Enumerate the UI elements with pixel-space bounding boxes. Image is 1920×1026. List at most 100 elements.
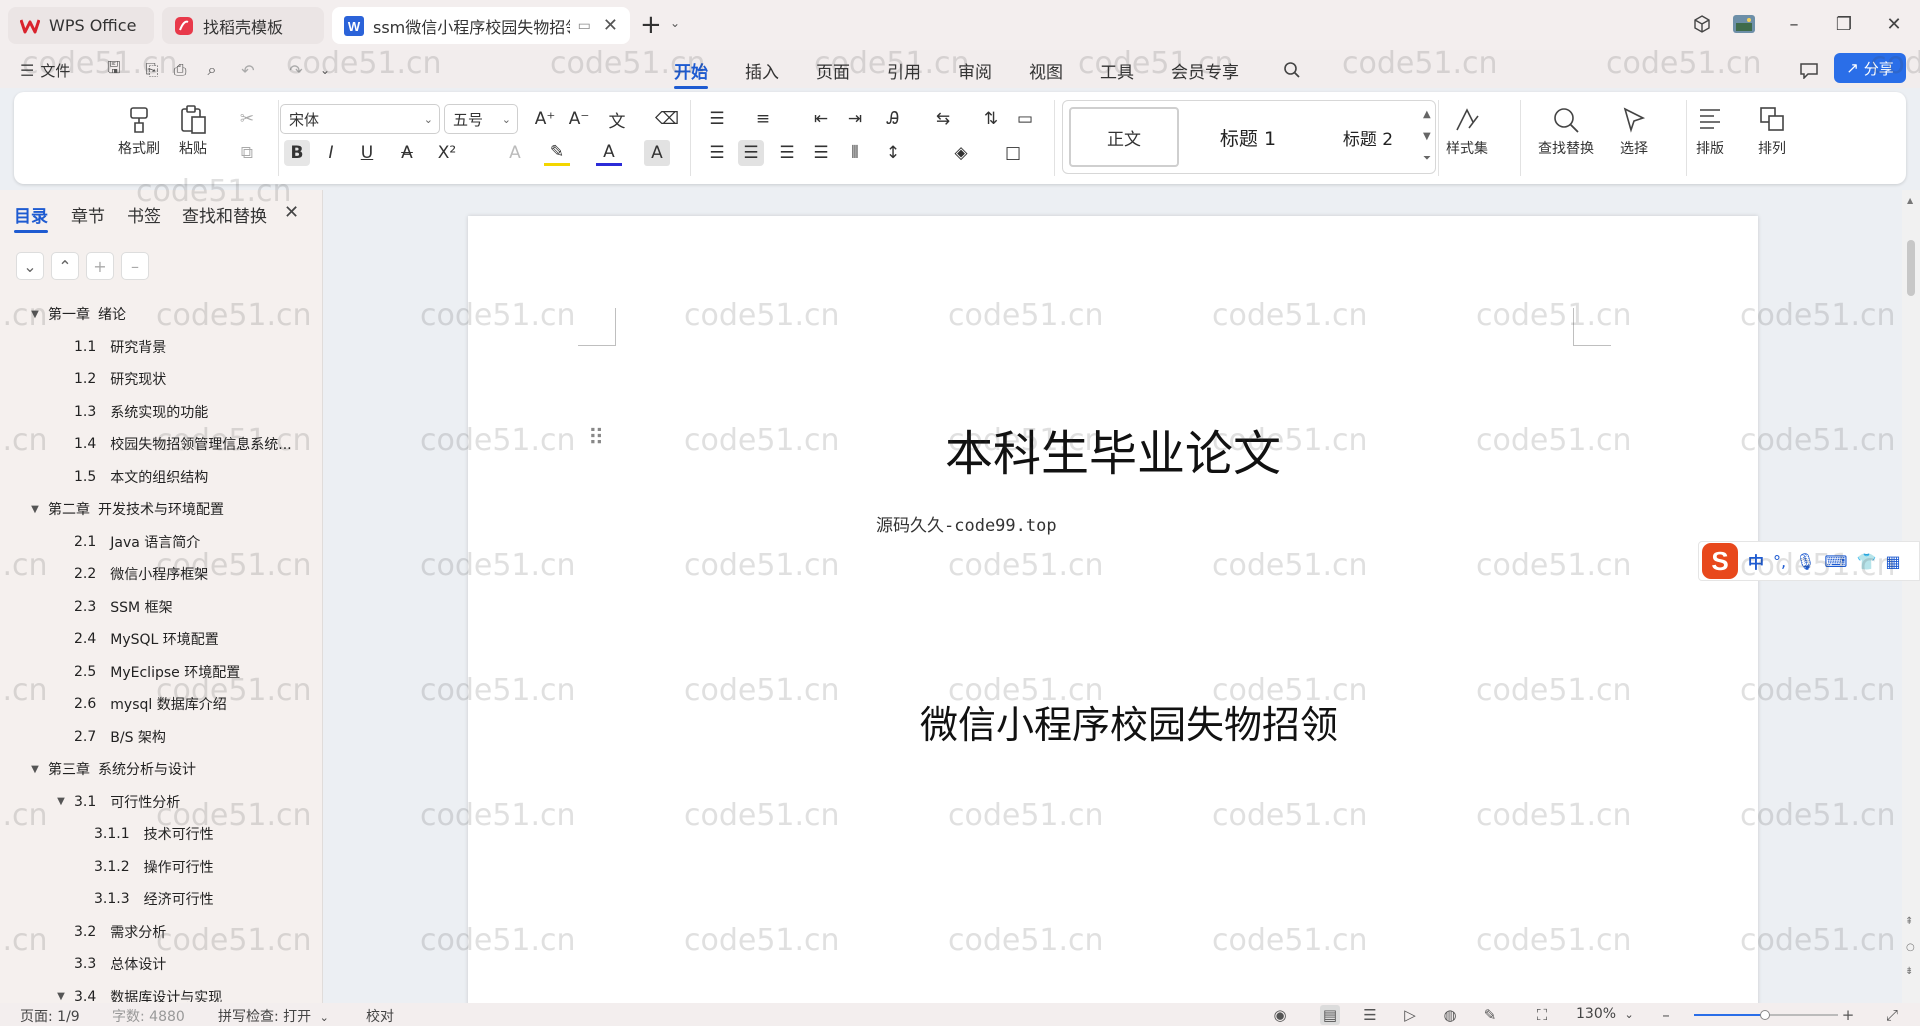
find-replace-button[interactable]: 查找替换 xyxy=(1538,102,1594,158)
fullscreen-icon[interactable]: ⤢ xyxy=(1882,1005,1902,1025)
avatar[interactable] xyxy=(1732,12,1756,36)
tab-docer-templates[interactable]: 找稻壳模板 xyxy=(162,7,324,44)
ime-punctuation-toggle[interactable]: °, xyxy=(1773,552,1786,571)
distribute-icon[interactable]: ⫴ xyxy=(842,140,868,166)
prev-page-icon[interactable]: ⇞ xyxy=(1905,916,1913,927)
expand-toggle-icon[interactable]: ▼ xyxy=(28,309,42,320)
strikethrough-icon[interactable]: A xyxy=(394,140,420,166)
style-normal[interactable]: 正文 xyxy=(1069,107,1179,167)
print-icon[interactable]: ⎙ xyxy=(168,58,192,82)
keyboard-icon[interactable]: ⌨ xyxy=(1824,552,1847,571)
toolbox-icon[interactable]: ▦ xyxy=(1885,552,1900,571)
select-button[interactable]: 选择 xyxy=(1620,102,1648,158)
zoom-slider-track[interactable] xyxy=(1694,1010,1838,1020)
arrange-button[interactable]: 排列 xyxy=(1758,102,1786,158)
toc-item[interactable]: 2.7 B/S 架构 xyxy=(0,725,166,749)
borders-icon[interactable]: □ xyxy=(1000,140,1026,166)
toc-item[interactable]: 2.1 Java 语言简介 xyxy=(0,530,200,554)
tab-find-replace[interactable]: 查找和替换 xyxy=(182,202,267,227)
toc-item[interactable]: 1.5 本文的组织结构 xyxy=(0,465,208,489)
layout-button[interactable]: 排版 xyxy=(1696,102,1724,158)
menu-references[interactable]: 引用 xyxy=(887,58,921,83)
toc-item[interactable]: ▼ 3.4 数据库设计与实现 xyxy=(0,985,222,1003)
expand-gallery-icon[interactable]: ⏷ xyxy=(1423,153,1431,164)
document-page[interactable]: ⠿ 本科生毕业论文 源码久久-code99.top 微信小程序校园失物招领 xyxy=(468,216,1758,1003)
sogou-logo-icon[interactable]: S xyxy=(1701,542,1739,580)
microphone-icon[interactable]: 🎙 xyxy=(1795,552,1815,571)
convert-icon[interactable]: ⇆ xyxy=(930,106,956,132)
tab-sections[interactable]: 章节 xyxy=(71,202,105,227)
toc-item[interactable]: ▼ 第二章 开发技术与环境配置 xyxy=(0,497,224,521)
fit-page-icon[interactable]: ⛶ xyxy=(1532,1005,1552,1025)
print-preview-icon[interactable]: ⌕ xyxy=(200,58,224,82)
menu-tools[interactable]: 工具 xyxy=(1100,58,1134,83)
close-window-icon[interactable]: ✕ xyxy=(1882,12,1906,36)
close-pane-icon[interactable]: ✕ xyxy=(284,202,299,223)
next-page-icon[interactable]: ⇟ xyxy=(1905,966,1913,977)
menu-member[interactable]: 会员专享 xyxy=(1171,58,1239,83)
zoom-out-icon[interactable]: – xyxy=(1656,1005,1676,1025)
tab-document[interactable]: W ssm微信小程序校园失物招领 ▭ ✕ xyxy=(332,7,630,44)
toc-item[interactable]: 1.4 校园失物招领管理信息系统... xyxy=(0,432,292,456)
align-right-icon[interactable]: ☰ xyxy=(774,140,800,166)
toc-item[interactable]: 3.1.3 经济可行性 xyxy=(0,887,214,911)
menu-insert[interactable]: 插入 xyxy=(745,58,779,83)
cube-icon[interactable] xyxy=(1690,12,1714,36)
select-browse-icon[interactable]: ○ xyxy=(1906,942,1915,953)
style-set-button[interactable]: 样式集 xyxy=(1446,102,1488,158)
comment-icon[interactable] xyxy=(1797,58,1821,82)
font-color-icon[interactable]: A xyxy=(596,140,622,166)
scrollbar-thumb[interactable] xyxy=(1907,240,1915,296)
eye-protection-icon[interactable]: ◉ xyxy=(1270,1005,1290,1025)
style-heading-1[interactable]: 标题 1 xyxy=(1193,107,1303,167)
align-center-icon[interactable]: ☰ xyxy=(738,140,764,166)
collapse-all-button[interactable]: ⌄ xyxy=(16,252,44,280)
menu-page[interactable]: 页面 xyxy=(816,58,850,83)
expand-toggle-icon[interactable]: ▼ xyxy=(54,991,68,1002)
align-left-icon[interactable]: ☰ xyxy=(704,140,730,166)
toc-item[interactable]: 2.6 mysql 数据库介绍 xyxy=(0,692,227,716)
page-indicator[interactable]: 页面: 1/9 xyxy=(20,1006,80,1026)
justify-icon[interactable]: ☰ xyxy=(808,140,834,166)
style-heading-2[interactable]: 标题 2 xyxy=(1313,107,1423,167)
zoom-slider-thumb[interactable] xyxy=(1760,1010,1770,1020)
bold-icon[interactable]: B xyxy=(284,140,310,166)
scroll-up-icon[interactable]: ▲ xyxy=(1423,109,1431,120)
toc-item[interactable]: 3.3 总体设计 xyxy=(0,952,166,976)
font-name-select[interactable]: 宋体 ⌄ xyxy=(280,104,440,134)
redo-icon[interactable]: ↷ xyxy=(284,58,308,82)
read-mode-icon[interactable]: ▷ xyxy=(1400,1005,1420,1025)
line-spacing-icon[interactable]: ↕ xyxy=(880,140,906,166)
search-icon[interactable] xyxy=(1280,58,1304,82)
minimize-icon[interactable]: – xyxy=(1782,12,1806,36)
file-menu-button[interactable]: ☰ 文件 xyxy=(20,58,80,82)
scroll-down-icon[interactable]: ▼ xyxy=(1423,131,1431,142)
toc-item[interactable]: 2.2 微信小程序框架 xyxy=(0,562,208,586)
clear-format-icon[interactable]: ⌫ xyxy=(654,106,680,132)
pinyin-guide-icon[interactable]: 文 xyxy=(604,106,630,132)
show-marks-icon[interactable]: ▭ xyxy=(1012,106,1038,132)
expand-toggle-icon[interactable]: ▼ xyxy=(28,504,42,515)
format-painter-button[interactable]: 格式刷 xyxy=(118,102,160,158)
numbered-list-icon[interactable]: ≡ xyxy=(750,106,776,132)
menu-view[interactable]: 视图 xyxy=(1029,58,1063,83)
toc-item[interactable]: ▼ 3.1 可行性分析 xyxy=(0,790,180,814)
toc-item[interactable]: 2.5 MyEclipse 环境配置 xyxy=(0,660,240,684)
tab-toc[interactable]: 目录 xyxy=(14,202,48,233)
move-up-button[interactable]: ⌃ xyxy=(51,252,79,280)
page-view-icon[interactable]: ▤ xyxy=(1320,1005,1340,1025)
increase-indent-icon[interactable]: ⇥ xyxy=(842,106,868,132)
menu-review[interactable]: 审阅 xyxy=(958,58,992,83)
toc-item[interactable]: 1.3 系统实现的功能 xyxy=(0,400,208,424)
highlight-icon[interactable]: ✎ xyxy=(544,140,570,166)
underline-icon[interactable]: U xyxy=(354,140,380,166)
tab-list-chevron-icon[interactable]: ⌄ xyxy=(670,16,680,30)
ime-mode-toggle[interactable]: 中 xyxy=(1748,549,1764,573)
font-size-select[interactable]: 五号 ⌄ xyxy=(444,104,518,134)
zoom-in-icon[interactable]: + xyxy=(1838,1005,1858,1025)
toc-item[interactable]: 3.1.2 操作可行性 xyxy=(0,855,214,879)
paste-button[interactable]: 粘贴 xyxy=(179,102,207,158)
toc-item[interactable]: 3.2 需求分析 xyxy=(0,920,166,944)
add-heading-button[interactable]: + xyxy=(86,252,114,280)
italic-icon[interactable]: I xyxy=(318,140,344,166)
